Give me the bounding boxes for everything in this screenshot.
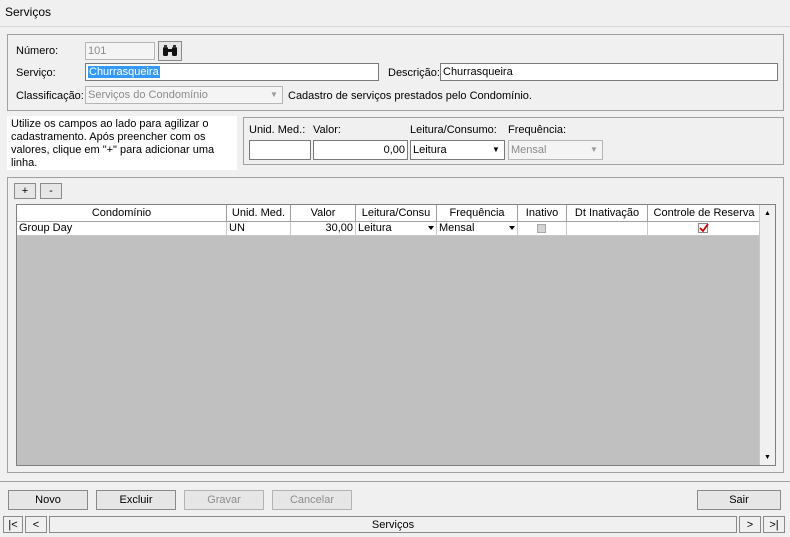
window-title: Serviços xyxy=(5,5,52,19)
servico-label: Serviço: xyxy=(16,67,56,79)
col-header-unid[interactable]: Unid. Med. xyxy=(227,205,291,222)
descricao-field[interactable]: Churrasqueira xyxy=(440,63,778,81)
numero-label: Número: xyxy=(16,45,59,57)
frequencia-select: Mensal ▼ xyxy=(508,140,603,160)
table-row-cell-leitura[interactable]: Leitura xyxy=(356,222,437,236)
cancelar-label: Cancelar xyxy=(289,494,335,506)
unid-label: Unid. Med.: xyxy=(249,124,306,136)
chevron-down-icon xyxy=(509,226,515,230)
table-row-cell-condominio[interactable]: Group Day xyxy=(17,222,227,236)
col-header-condominio[interactable]: Condomínio xyxy=(17,205,227,222)
gravar-label: Gravar xyxy=(207,494,241,506)
data-grid[interactable]: Condomínio Unid. Med. Valor Leitura/Cons… xyxy=(16,204,776,466)
classificacao-label: Classificação: xyxy=(16,90,84,102)
chevron-down-icon xyxy=(428,226,434,230)
scroll-up-icon[interactable]: ▲ xyxy=(760,205,775,221)
scroll-down-icon[interactable]: ▼ xyxy=(760,449,775,465)
numero-field: 101 xyxy=(85,42,155,60)
grid-scrollbar[interactable]: ▲ ▼ xyxy=(759,205,775,465)
col-header-dt-inativacao[interactable]: Dt Inativação xyxy=(567,205,648,222)
table-row-frequencia-value: Mensal xyxy=(439,222,475,234)
search-button[interactable] xyxy=(158,41,182,61)
table-row-cell-unid[interactable]: UN xyxy=(227,222,291,236)
chevron-down-icon: ▼ xyxy=(590,145,598,154)
descricao-label: Descrição: xyxy=(388,67,440,79)
leitura-label: Leitura/Consumo: xyxy=(410,124,497,136)
controle-reserva-checkbox[interactable] xyxy=(698,223,709,233)
col-header-leitura[interactable]: Leitura/Consu xyxy=(356,205,437,222)
valor-field[interactable]: 0,00 xyxy=(313,140,408,160)
table-row-cell-dt-inativacao[interactable] xyxy=(567,222,648,236)
classificacao-note: Cadastro de serviços prestados pelo Cond… xyxy=(288,90,532,102)
inativo-checkbox[interactable] xyxy=(537,224,546,233)
frequencia-value: Mensal xyxy=(511,144,547,156)
servico-value: Churrasqueira xyxy=(88,66,160,78)
leitura-select[interactable]: Leitura ▼ xyxy=(410,140,505,160)
sair-button[interactable]: Sair xyxy=(697,490,781,510)
table-row-cell-controle-reserva[interactable] xyxy=(648,222,761,236)
sair-label: Sair xyxy=(729,494,749,506)
checkmark-icon xyxy=(699,223,709,233)
col-header-inativo[interactable]: Inativo xyxy=(518,205,567,222)
table-row-cell-inativo[interactable] xyxy=(518,222,567,236)
title-divider xyxy=(0,26,790,27)
valor-label: Valor: xyxy=(313,124,341,136)
table-row-leitura-value: Leitura xyxy=(358,222,392,234)
leitura-value: Leitura xyxy=(413,144,447,156)
cancelar-button: Cancelar xyxy=(272,490,352,510)
table-row-cell-frequencia[interactable]: Mensal xyxy=(437,222,518,236)
col-header-frequencia[interactable]: Frequência xyxy=(437,205,518,222)
excluir-button[interactable]: Excluir xyxy=(96,490,176,510)
nav-last-button[interactable]: >| xyxy=(763,516,785,533)
chevron-down-icon: ▼ xyxy=(492,145,500,154)
table-row-cell-valor[interactable]: 30,00 xyxy=(291,222,356,236)
add-row-button[interactable]: + xyxy=(14,183,36,199)
classificacao-value: Serviços do Condomínio xyxy=(88,89,208,101)
chevron-down-icon: ▼ xyxy=(270,90,278,99)
col-header-controle-reserva[interactable]: Controle de Reserva xyxy=(648,205,761,222)
classificacao-select: Serviços do Condomínio ▼ xyxy=(85,86,283,104)
novo-button[interactable]: Novo xyxy=(8,490,88,510)
novo-label: Novo xyxy=(35,494,61,506)
gravar-button: Gravar xyxy=(184,490,264,510)
binoculars-icon xyxy=(163,45,177,56)
nav-prev-button[interactable]: < xyxy=(25,516,47,533)
bottom-divider xyxy=(0,481,790,482)
unid-field[interactable] xyxy=(249,140,311,160)
nav-caption: Serviços xyxy=(49,516,737,533)
quick-add-hint: Utilize os campos ao lado para agilizar … xyxy=(7,116,237,170)
excluir-label: Excluir xyxy=(119,494,153,506)
nav-next-button[interactable]: > xyxy=(739,516,761,533)
nav-first-button[interactable]: |< xyxy=(3,516,23,533)
col-header-valor[interactable]: Valor xyxy=(291,205,356,222)
frequencia-label: Frequência: xyxy=(508,124,567,136)
servico-field[interactable]: Churrasqueira xyxy=(85,63,379,81)
remove-row-button[interactable]: - xyxy=(40,183,62,199)
